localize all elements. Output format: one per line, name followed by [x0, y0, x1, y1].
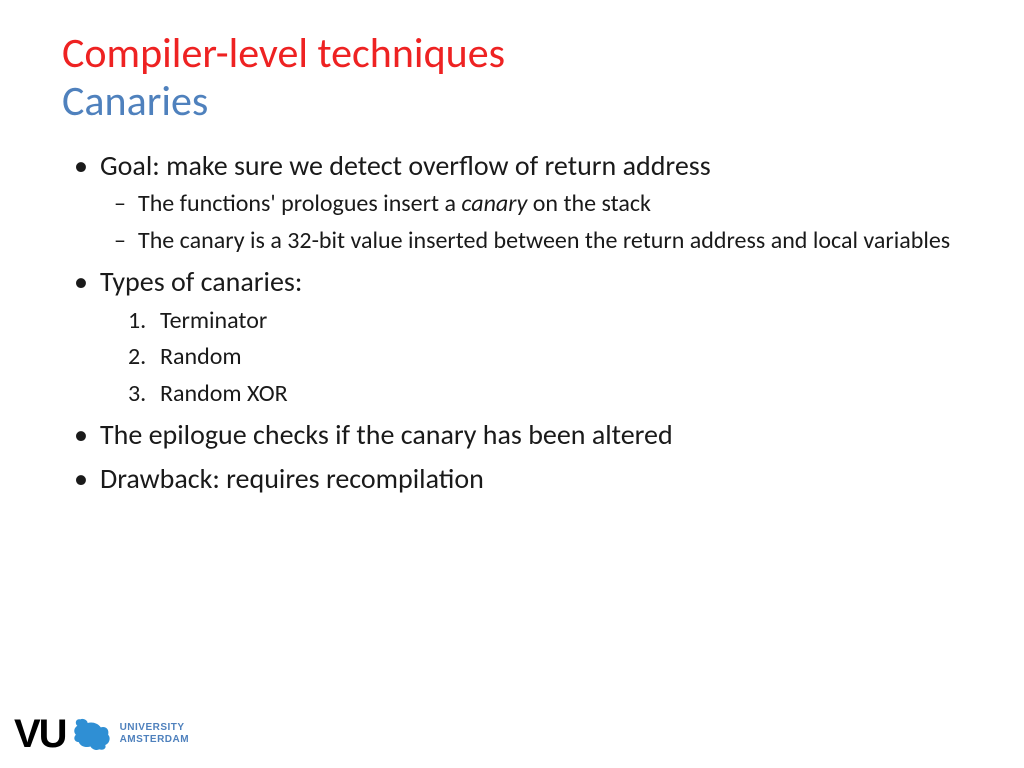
- bullet-item: Types of canaries: Terminator Random Ran…: [100, 263, 962, 410]
- numbered-text: Random: [160, 342, 242, 371]
- logo-line1: UNIVERSITY: [120, 722, 190, 734]
- numbered-text: Terminator: [160, 306, 267, 335]
- numbered-text: Random XOR: [160, 379, 288, 408]
- bullet-item: Drawback: requires recompilation: [100, 460, 962, 498]
- slide-title: Compiler-level techniques: [62, 30, 962, 78]
- bullet-text: Goal: make sure we detect overflow of re…: [100, 148, 711, 183]
- bullet-text: Types of canaries:: [100, 264, 302, 299]
- sub-bullet-item: The functions' prologues insert a canary…: [138, 188, 962, 220]
- griffin-icon: [70, 714, 114, 754]
- bullet-list: Goal: make sure we detect overflow of re…: [62, 147, 962, 498]
- bullet-item: The epilogue checks if the canary has be…: [100, 416, 962, 454]
- bullet-item: Goal: make sure we detect overflow of re…: [100, 147, 962, 258]
- sub-bullet-text-part: on the stack: [527, 189, 651, 218]
- numbered-item: Random: [160, 341, 962, 373]
- bullet-text: The epilogue checks if the canary has be…: [100, 417, 673, 452]
- logo-line2: AMSTERDAM: [120, 734, 190, 746]
- sub-bullet-text-emph: canary: [461, 189, 527, 218]
- slide-body: Compiler-level techniques Canaries Goal:…: [0, 0, 1024, 498]
- slide-content: Goal: make sure we detect overflow of re…: [62, 147, 962, 498]
- logo-text: UNIVERSITY AMSTERDAM: [120, 722, 190, 746]
- slide-subtitle: Canaries: [62, 78, 962, 126]
- sub-bullet-text: The canary is a 32-bit value inserted be…: [138, 226, 950, 255]
- sub-bullet-text-part: The functions' prologues insert a: [138, 189, 461, 218]
- numbered-list: Terminator Random Random XOR: [100, 305, 962, 410]
- bullet-text: Drawback: requires recompilation: [100, 461, 484, 496]
- sub-bullet-list: The functions' prologues insert a canary…: [100, 188, 962, 257]
- university-logo: VU UNIVERSITY AMSTERDAM: [14, 714, 189, 754]
- logo-letters: VU: [14, 714, 66, 754]
- numbered-item: Random XOR: [160, 378, 962, 410]
- numbered-item: Terminator: [160, 305, 962, 337]
- sub-bullet-item: The canary is a 32-bit value inserted be…: [138, 225, 962, 257]
